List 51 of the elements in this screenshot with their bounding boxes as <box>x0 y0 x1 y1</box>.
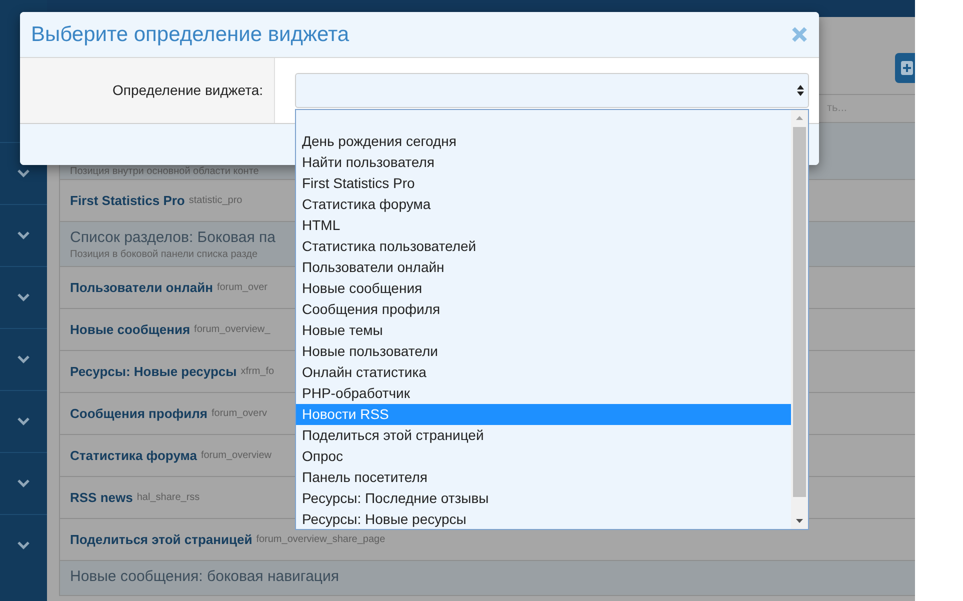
widget-title[interactable]: Новые сообщения <box>70 320 190 340</box>
dropdown-option[interactable]: Поделиться этой страницей <box>296 425 791 446</box>
dialog-title: Выберите определение виджета <box>31 22 350 48</box>
field-label: Определение виджета: <box>112 81 263 100</box>
position-title: Список разделов: Боковая па <box>70 228 276 248</box>
widget-code: hal_share_rss <box>136 491 200 505</box>
dropdown-option[interactable]: HTML <box>296 215 791 236</box>
widget-code: forum_overv <box>211 407 268 421</box>
chevron-down-icon[interactable] <box>17 479 30 488</box>
dropdown-option[interactable]: Сообщения профиля <box>296 299 791 320</box>
widget-code: forum_overview_share_page <box>256 533 386 547</box>
dropdown-option[interactable]: Найти пользователя <box>296 152 791 173</box>
dropdown-option[interactable]: Пользователи онлайн <box>296 257 791 278</box>
add-button[interactable] <box>895 53 915 83</box>
widget-title[interactable]: First Statistics Pro <box>70 190 185 210</box>
widget-title[interactable]: Статистика форума <box>70 446 197 466</box>
position-description: Позиция в боковой панели списка разде <box>70 248 258 262</box>
widget-title[interactable]: Сообщения профиля <box>70 404 208 424</box>
widget-code: xfrm_fo <box>240 365 274 379</box>
dropdown-option[interactable]: Статистика форума <box>296 194 791 215</box>
chevron-down-icon[interactable] <box>17 169 30 178</box>
position-description: Позиция внутри основной области конте <box>70 166 259 178</box>
chevron-down-icon[interactable] <box>17 355 30 364</box>
dropdown-option[interactable]: Панель посетителя <box>296 467 791 488</box>
dropdown-option[interactable]: Опрос <box>296 446 791 467</box>
scrollbar[interactable] <box>791 110 808 529</box>
widget-code: forum_overview <box>200 449 272 463</box>
widget-title[interactable]: Ресурсы: Новые ресурсы <box>70 362 237 382</box>
dropdown-option[interactable]: Статистика пользователей <box>296 236 791 257</box>
chevron-down-icon[interactable] <box>17 293 30 302</box>
widget-code: forum_over <box>216 281 268 295</box>
scrollbar-thumb[interactable] <box>793 127 806 497</box>
dropdown-option[interactable]: Ресурсы: Последние отзывы <box>296 488 791 509</box>
updown-arrows-icon <box>797 85 804 96</box>
dropdown-option[interactable]: Новые темы <box>296 320 791 341</box>
dropdown-option[interactable]: PHP-обработчик <box>296 383 791 404</box>
widget-title[interactable]: RSS news <box>70 488 133 508</box>
widget-code: forum_overview_ <box>194 323 270 337</box>
dropdown-option[interactable]: Новые сообщения <box>296 278 791 299</box>
widget-title[interactable]: Поделиться этой страницей <box>70 530 252 550</box>
position-title: Новые сообщения: боковая навигация <box>70 567 340 587</box>
dropdown-option[interactable]: День рождения сегодня <box>296 131 791 152</box>
chevron-down-icon[interactable] <box>17 417 30 426</box>
dropdown-option[interactable]: Онлайн статистика <box>296 362 791 383</box>
chevron-down-icon[interactable] <box>17 231 30 240</box>
dropdown-option[interactable]: Новые пользователи <box>296 341 791 362</box>
plus-icon <box>901 61 913 75</box>
widget-code: statistic_pro <box>188 194 242 208</box>
widget-title[interactable]: Пользователи онлайн <box>70 278 213 298</box>
chevron-down-icon[interactable] <box>17 541 30 550</box>
dropdown-option[interactable]: First Statistics Pro <box>296 173 791 194</box>
